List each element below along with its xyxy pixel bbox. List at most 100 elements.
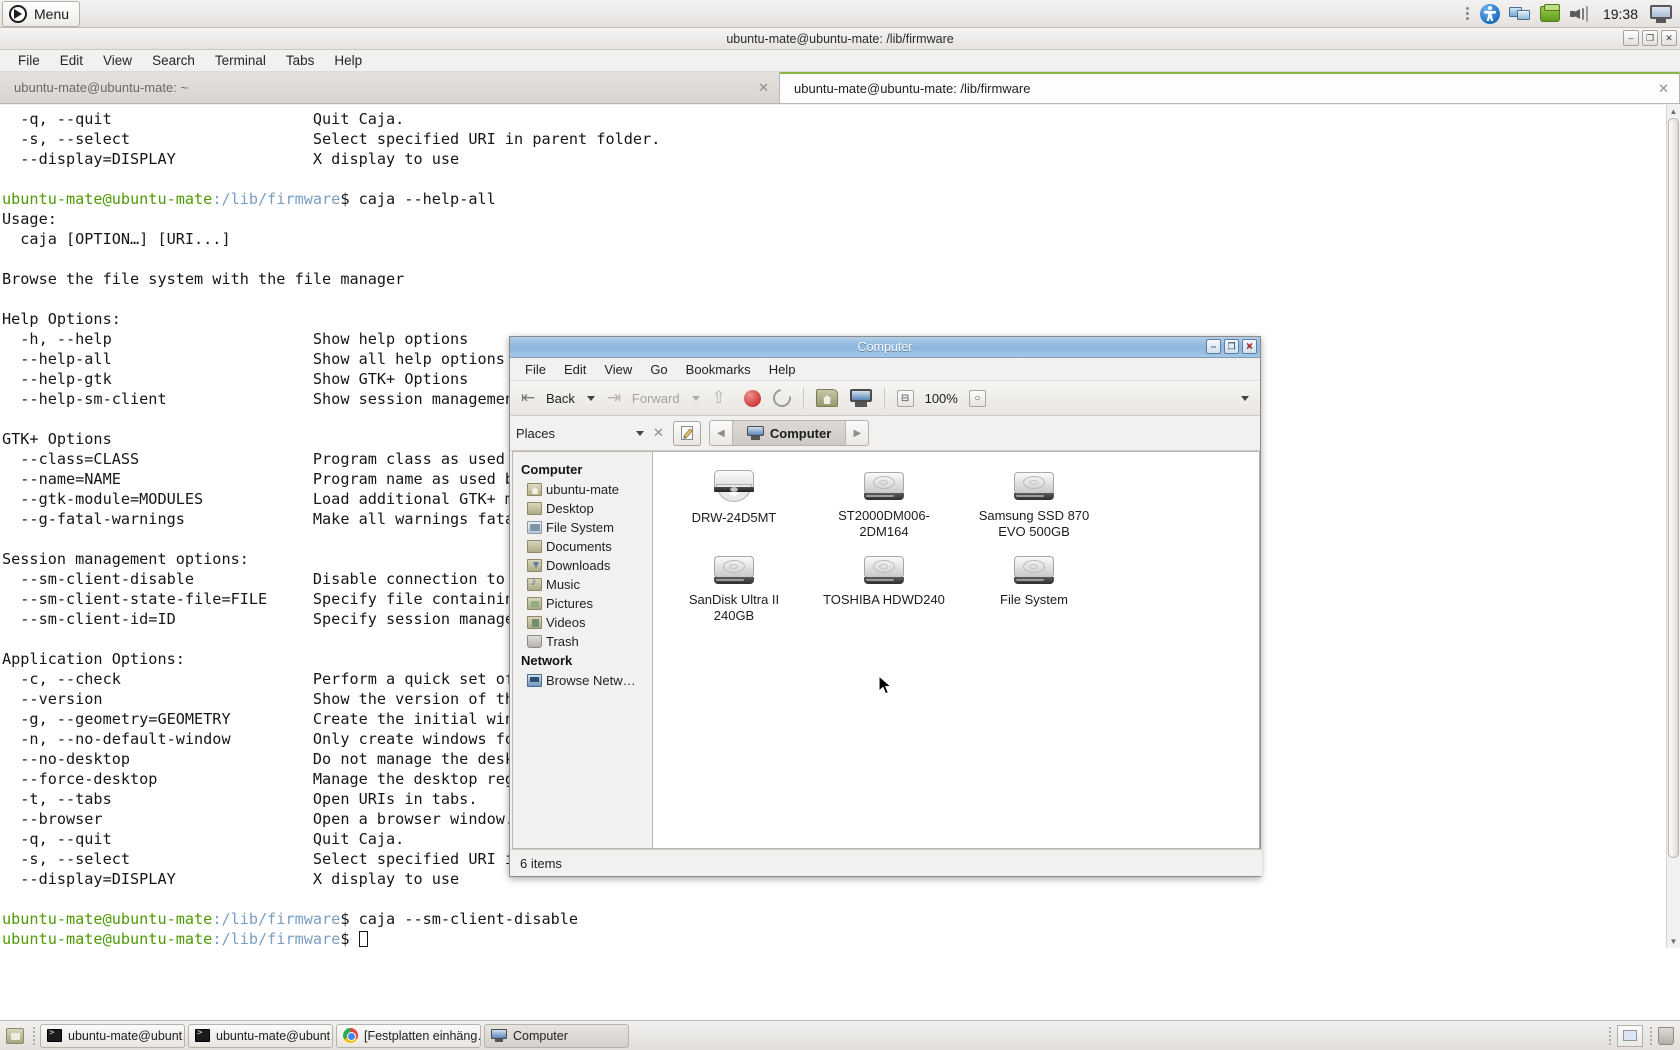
chevron-down-dim-icon bbox=[691, 395, 700, 401]
workspace-handle[interactable] bbox=[1606, 1026, 1613, 1046]
device-item[interactable]: TOSHIBA HDWD240 bbox=[809, 548, 959, 632]
up-button[interactable]: ⇧ bbox=[707, 387, 737, 409]
edit-location-button[interactable] bbox=[672, 420, 701, 446]
hard-drive-icon bbox=[1010, 468, 1058, 504]
caja-menu-go[interactable]: Go bbox=[641, 360, 676, 379]
accessibility-icon[interactable] bbox=[1475, 2, 1505, 26]
menu-search[interactable]: Search bbox=[142, 51, 205, 70]
caja-icon-view[interactable]: DRW-24D5MT ST2000DM006-2DM164 Samsung SS… bbox=[652, 451, 1260, 849]
caja-menu-file[interactable]: File bbox=[516, 360, 555, 379]
terminal-tab-home[interactable]: ubuntu-mate@ubuntu-mate: ~ ✕ bbox=[0, 72, 780, 103]
caja-window-buttons: – ❐ ✕ bbox=[1206, 339, 1257, 354]
places-selector[interactable]: Places bbox=[516, 426, 650, 441]
toolbar-overflow-button[interactable] bbox=[1236, 393, 1254, 404]
task-terminal-2[interactable]: ubuntu-mate@ubunt… bbox=[188, 1023, 333, 1048]
menu-edit[interactable]: Edit bbox=[50, 51, 93, 70]
sidebar-item-music[interactable]: Music bbox=[519, 575, 652, 594]
downloads-folder-icon bbox=[527, 559, 542, 572]
trash-handle[interactable] bbox=[1647, 1026, 1654, 1046]
caja-menu-bookmarks[interactable]: Bookmarks bbox=[677, 360, 760, 379]
sidebar-item-desktop[interactable]: Desktop bbox=[519, 499, 652, 518]
tray-handle[interactable] bbox=[1461, 3, 1475, 25]
hard-drive-icon bbox=[860, 552, 908, 588]
caja-maximize-button[interactable]: ❐ bbox=[1224, 339, 1239, 354]
scrollbar-thumb[interactable] bbox=[1668, 118, 1679, 858]
clock[interactable]: 19:38 bbox=[1595, 6, 1646, 22]
sidebar-item-browse-network[interactable]: Browse Netw… bbox=[519, 671, 652, 690]
terminal-minimize-button[interactable]: – bbox=[1623, 30, 1639, 46]
caja-minimize-button[interactable]: – bbox=[1206, 339, 1221, 354]
menu-help[interactable]: Help bbox=[324, 51, 372, 70]
terminal-close-button[interactable]: ✕ bbox=[1661, 30, 1677, 46]
back-dropdown-button[interactable] bbox=[582, 393, 600, 404]
computer-button[interactable] bbox=[845, 386, 877, 410]
volume-icon[interactable] bbox=[1565, 2, 1595, 26]
trash-icon[interactable] bbox=[1658, 1026, 1674, 1045]
terminal-scrollbar[interactable]: ▲ ▼ bbox=[1666, 105, 1680, 948]
menu-file[interactable]: File bbox=[8, 51, 50, 70]
breadcrumb-next-icon[interactable]: ▶ bbox=[846, 421, 868, 445]
task-browser[interactable]: [Festplatten einhäng… bbox=[336, 1023, 481, 1048]
back-button[interactable]: ⇤ Back bbox=[516, 387, 580, 409]
terminal-maximize-button[interactable]: ❐ bbox=[1642, 30, 1658, 46]
breadcrumb-prev-icon[interactable]: ◀ bbox=[710, 421, 732, 445]
caja-titlebar[interactable]: Computer – ❐ ✕ bbox=[510, 337, 1260, 358]
sidebar-item-documents[interactable]: Documents bbox=[519, 537, 652, 556]
forward-label: Forward bbox=[631, 390, 680, 406]
device-label: Samsung SSD 870 EVO 500GB bbox=[978, 508, 1090, 539]
terminal-titlebar[interactable]: ubuntu-mate@ubuntu-mate: /lib/firmware –… bbox=[0, 28, 1680, 50]
caja-close-button[interactable]: ✕ bbox=[1242, 339, 1257, 354]
terminal-tab-home-close-icon[interactable]: ✕ bbox=[758, 80, 769, 96]
task-computer[interactable]: Computer bbox=[484, 1023, 629, 1048]
display-icon[interactable] bbox=[1646, 2, 1676, 26]
reload-button[interactable] bbox=[768, 385, 796, 411]
network-display-icon[interactable] bbox=[1505, 2, 1535, 26]
task-browser-label: [Festplatten einhäng… bbox=[364, 1028, 481, 1043]
desktop-folder-icon bbox=[527, 502, 542, 515]
device-item[interactable]: ST2000DM006-2DM164 bbox=[809, 464, 959, 548]
menu-button-label: Menu bbox=[34, 5, 70, 22]
caja-menu-view[interactable]: View bbox=[595, 360, 641, 379]
sidebar-item-videos[interactable]: Videos bbox=[519, 613, 652, 632]
sidebar-item-file-system-label: File System bbox=[546, 520, 614, 535]
sidebar-item-ubuntu-mate[interactable]: ubuntu-mate bbox=[519, 480, 652, 499]
caja-menu-help[interactable]: Help bbox=[760, 360, 805, 379]
device-item[interactable]: SanDisk Ultra II 240GB bbox=[659, 548, 809, 632]
zoom-out-button[interactable]: ⊟ bbox=[892, 387, 919, 410]
terminal-tab-firmware[interactable]: ubuntu-mate@ubuntu-mate: /lib/firmware ✕ bbox=[780, 72, 1680, 103]
menu-view[interactable]: View bbox=[93, 51, 142, 70]
close-sidebar-icon[interactable]: ✕ bbox=[650, 425, 673, 441]
hard-drive-icon bbox=[1010, 552, 1058, 588]
sidebar-item-downloads[interactable]: Downloads bbox=[519, 556, 652, 575]
task-computer-label: Computer bbox=[513, 1028, 568, 1043]
sidebar-item-music-label: Music bbox=[546, 577, 580, 592]
forward-button[interactable]: ⇥ Forward bbox=[602, 387, 685, 409]
zoom-reset-button[interactable]: ○ bbox=[964, 387, 991, 410]
menu-terminal[interactable]: Terminal bbox=[205, 51, 276, 70]
scroll-down-icon[interactable]: ▼ bbox=[1667, 935, 1680, 948]
device-label: TOSHIBA HDWD240 bbox=[823, 592, 945, 607]
task-terminal-1[interactable]: ubuntu-mate@ubunt… bbox=[40, 1023, 185, 1048]
terminal-close-glyph: ✕ bbox=[1665, 33, 1673, 43]
device-item[interactable]: DRW-24D5MT bbox=[659, 464, 809, 548]
show-desktop-button[interactable] bbox=[3, 1023, 27, 1049]
device-label: DRW-24D5MT bbox=[691, 510, 777, 525]
device-item[interactable]: File System bbox=[959, 548, 1109, 632]
menu-tabs[interactable]: Tabs bbox=[276, 51, 325, 70]
scroll-up-icon[interactable]: ▲ bbox=[1667, 105, 1680, 118]
sidebar-item-trash[interactable]: Trash bbox=[519, 632, 652, 651]
menu-button[interactable]: Menu bbox=[2, 0, 81, 27]
workspace-switcher[interactable] bbox=[1617, 1024, 1643, 1047]
breadcrumb-computer[interactable]: Computer bbox=[731, 421, 847, 445]
home-button[interactable] bbox=[811, 386, 843, 410]
sidebar-item-pictures[interactable]: Pictures bbox=[519, 594, 652, 613]
stop-button[interactable] bbox=[739, 387, 766, 410]
computer-icon bbox=[491, 1029, 507, 1042]
terminal-tab-firmware-close-icon[interactable]: ✕ bbox=[1658, 81, 1669, 97]
software-updates-icon[interactable] bbox=[1535, 2, 1565, 26]
caja-menu-edit[interactable]: Edit bbox=[555, 360, 595, 379]
device-item[interactable]: Samsung SSD 870 EVO 500GB bbox=[959, 464, 1109, 548]
sidebar-item-file-system[interactable]: File System bbox=[519, 518, 652, 537]
taskbar-handle[interactable] bbox=[30, 1026, 37, 1046]
forward-dropdown-button[interactable] bbox=[687, 393, 705, 404]
